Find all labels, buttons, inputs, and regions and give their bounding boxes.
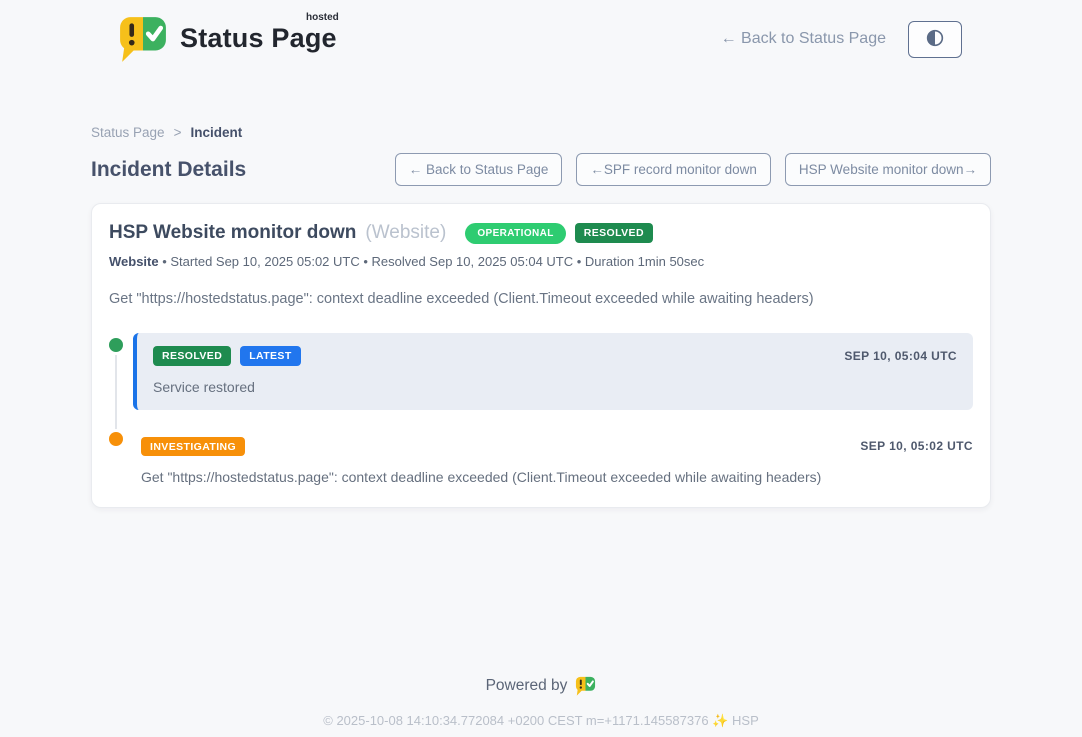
sparkles-icon: ✨ [712, 713, 728, 728]
operational-status-badge: OPERATIONAL [465, 223, 565, 244]
statuspage-logo-icon [118, 15, 168, 63]
breadcrumb: Status Page > Incident [91, 125, 991, 140]
timeline-entry-message: Get "https://hostedstatus.page": context… [141, 469, 973, 485]
incident-component-label: (Website) [365, 222, 446, 244]
footer-brand-suffix: HSP [732, 713, 759, 728]
page-title: Incident Details [91, 158, 246, 182]
header-right-controls: ← Back to Status Page [721, 21, 962, 58]
timeline-entry-badges: INVESTIGATING [141, 437, 245, 457]
main-container: Status Page > Incident Incident Details … [91, 125, 991, 508]
incident-title: HSP Website monitor down [109, 222, 356, 244]
incident-timeline: RESOLVED LATEST SEP 10, 05:04 UTC Servic… [109, 333, 973, 485]
timeline-dot-investigating [109, 432, 123, 446]
title-row: Incident Details ← Back to Status Page ←… [91, 153, 991, 186]
statuspage-logo[interactable]: Status Page hosted [118, 15, 337, 63]
incident-nav-buttons: ← Back to Status Page ←SPF record monito… [395, 153, 991, 186]
timeline-entry-message: Service restored [153, 379, 957, 395]
breadcrumb-separator: > [174, 125, 182, 140]
powered-by-label: Powered by [486, 677, 568, 695]
brand-superscript: hosted [306, 12, 339, 23]
breadcrumb-status-page[interactable]: Status Page [91, 125, 165, 140]
powered-by-link[interactable]: Powered by [486, 676, 597, 696]
prev-incident-button[interactable]: ←SPF record monitor down [576, 153, 771, 186]
investigating-badge: INVESTIGATING [141, 437, 245, 457]
timeline-entry-investigating: INVESTIGATING SEP 10, 05:02 UTC Get "htt… [133, 437, 973, 486]
incident-title-row: HSP Website monitor down (Website) OPERA… [109, 222, 973, 244]
copyright-line: © 2025-10-08 14:10:34.772084 +0200 CEST … [0, 713, 1082, 729]
resolved-status-badge: RESOLVED [575, 223, 653, 243]
page-footer: Powered by © 2025-10-08 14:10:34.772084 … [0, 676, 1082, 729]
back-to-status-page-button[interactable]: ← Back to Status Page [395, 153, 563, 186]
timeline-entry-resolved: RESOLVED LATEST SEP 10, 05:04 UTC Servic… [133, 333, 973, 410]
timeline-dot-resolved [109, 338, 123, 352]
next-incident-button[interactable]: HSP Website monitor down→ [785, 153, 991, 186]
timeline-entry-timestamp: SEP 10, 05:04 UTC [844, 349, 957, 363]
resolved-badge: RESOLVED [153, 346, 231, 366]
latest-badge: LATEST [240, 346, 300, 366]
theme-toggle-button[interactable] [908, 21, 962, 58]
brand-name: Status Page [180, 23, 337, 53]
incident-component-name: Website [109, 254, 159, 269]
timeline-entry-timestamp: SEP 10, 05:02 UTC [860, 439, 973, 453]
incident-details-card: HSP Website monitor down (Website) OPERA… [91, 203, 991, 508]
incident-description: Get "https://hostedstatus.page": context… [109, 291, 973, 307]
timeline-entry-badges: RESOLVED LATEST [153, 346, 301, 366]
copyright-text: © 2025-10-08 14:10:34.772084 +0200 CEST … [323, 713, 708, 728]
half-circle-contrast-icon [924, 27, 946, 52]
incident-meta-dates: • Started Sep 10, 2025 05:02 UTC • Resol… [159, 254, 705, 269]
timeline-connector-line [115, 347, 117, 444]
timeline-entry-header: RESOLVED LATEST SEP 10, 05:04 UTC [153, 346, 957, 366]
header-back-link[interactable]: ← Back to Status Page [721, 30, 886, 48]
timeline-entry-header: INVESTIGATING SEP 10, 05:02 UTC [141, 437, 973, 457]
incident-meta-line: Website • Started Sep 10, 2025 05:02 UTC… [109, 254, 973, 269]
breadcrumb-incident: Incident [190, 125, 242, 140]
statuspage-mini-logo-icon [575, 676, 596, 696]
logo-text-block: Status Page hosted [180, 15, 337, 54]
top-header: Status Page hosted ← Back to Status Page [0, 0, 1082, 75]
